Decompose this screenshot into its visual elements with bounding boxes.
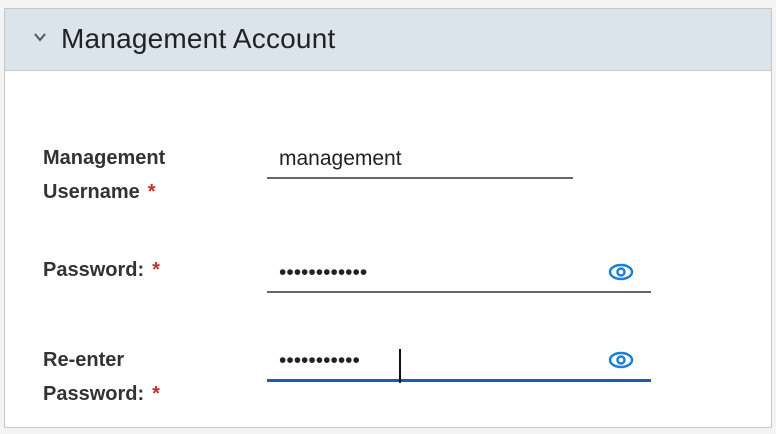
username-field[interactable] [267, 147, 573, 179]
password-label-text: Password: [43, 259, 145, 281]
reenter-password-input[interactable] [267, 349, 651, 379]
required-marker: * [152, 383, 160, 405]
reenter-password-label-line1: Re-enter [43, 349, 125, 371]
password-input[interactable] [267, 261, 651, 291]
password-label: Password: * [43, 253, 160, 287]
management-account-panel: Management Account Management Username * … [4, 8, 772, 428]
username-label-line1: Management [43, 147, 166, 169]
eye-icon[interactable] [607, 261, 635, 283]
reenter-password-field[interactable] [267, 349, 651, 383]
username-input[interactable] [267, 147, 573, 177]
username-label: Management Username * [43, 141, 165, 209]
required-marker: * [152, 259, 160, 281]
panel-title: Management Account [61, 23, 336, 54]
reenter-password-label: Re-enter Password: * [43, 343, 160, 411]
text-caret [399, 349, 401, 383]
username-label-line2: Username [43, 181, 140, 203]
eye-icon[interactable] [607, 349, 635, 371]
panel-header[interactable]: Management Account [5, 9, 771, 71]
password-field[interactable] [267, 261, 651, 293]
reenter-password-label-line2: Password: [43, 383, 145, 405]
required-marker: * [147, 181, 156, 203]
chevron-down-icon[interactable] [33, 30, 47, 44]
